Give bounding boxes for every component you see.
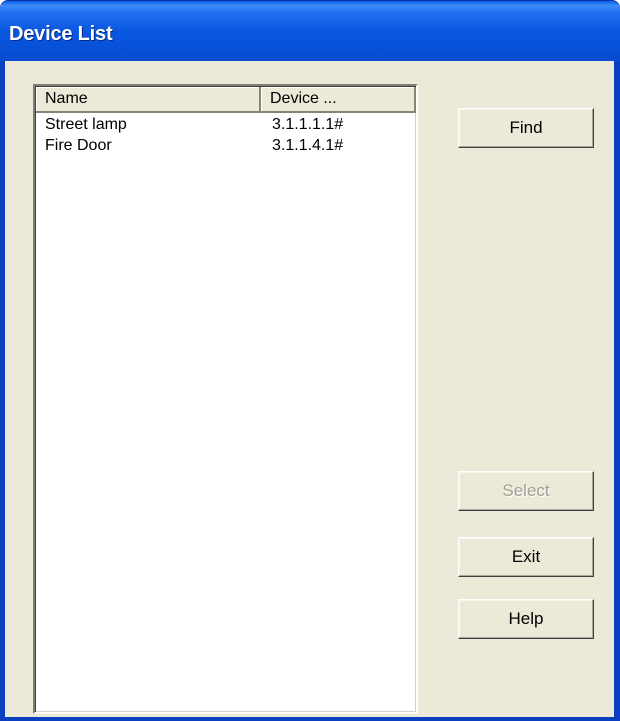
select-button: Select	[458, 471, 594, 511]
title-bar[interactable]: Device List	[0, 1, 620, 61]
column-header-name[interactable]: Name	[36, 87, 261, 113]
window-title: Device List	[9, 23, 113, 45]
list-header: Name Device ...	[36, 87, 416, 113]
exit-button[interactable]: Exit	[458, 537, 594, 577]
list-item[interactable]: Fire Door 3.1.1.4.1#	[36, 136, 416, 157]
device-name-cell: Fire Door	[45, 137, 112, 154]
device-list-view[interactable]: Name Device ... Street lamp 3.1.1.1.1# F…	[33, 84, 418, 714]
device-id-cell: 3.1.1.1.1#	[272, 116, 344, 133]
device-id-cell: 3.1.1.4.1#	[272, 137, 344, 154]
dialog-body: Name Device ... Street lamp 3.1.1.1.1# F…	[5, 61, 614, 717]
find-button[interactable]: Find	[458, 108, 594, 148]
column-header-device[interactable]: Device ...	[261, 87, 416, 113]
device-name-cell: Street lamp	[45, 116, 127, 133]
help-button[interactable]: Help	[458, 599, 594, 639]
device-list-window: Device List Name Device ... Street lamp …	[0, 0, 620, 721]
list-item[interactable]: Street lamp 3.1.1.1.1#	[36, 115, 416, 136]
